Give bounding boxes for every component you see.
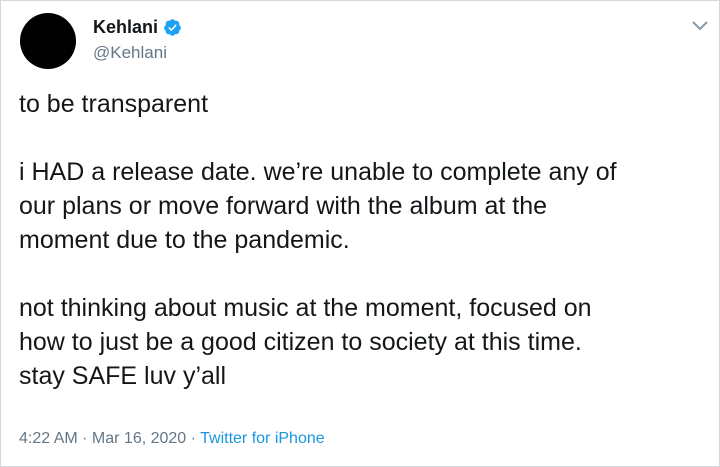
author-name-row: Kehlani [93, 16, 182, 38]
tweet-meta: 4:22 AM · Mar 16, 2020 · Twitter for iPh… [19, 429, 325, 449]
tweet-paragraph: not thinking about music at the moment, … [19, 294, 592, 390]
tweet-card: Kehlani @Kehlani to be transparent i HAD… [0, 0, 720, 467]
avatar[interactable] [20, 13, 76, 69]
meta-separator: · [186, 430, 201, 447]
meta-separator: · [77, 430, 92, 447]
tweet-paragraph: i HAD a release date. we’re unable to co… [19, 158, 617, 254]
tweet-date[interactable]: Mar 16, 2020 [92, 430, 186, 447]
tweet-paragraph: to be transparent [19, 90, 209, 118]
tweet-text: to be transparent i HAD a release date. … [19, 87, 709, 427]
verified-badge-icon [164, 18, 181, 36]
tweet-source-link[interactable]: Twitter for iPhone [200, 430, 325, 447]
author-display-name[interactable]: Kehlani [93, 16, 158, 38]
chevron-down-icon[interactable] [691, 19, 709, 33]
tweet-time[interactable]: 4:22 AM [19, 430, 78, 447]
author-handle[interactable]: @Kehlani [93, 43, 167, 63]
